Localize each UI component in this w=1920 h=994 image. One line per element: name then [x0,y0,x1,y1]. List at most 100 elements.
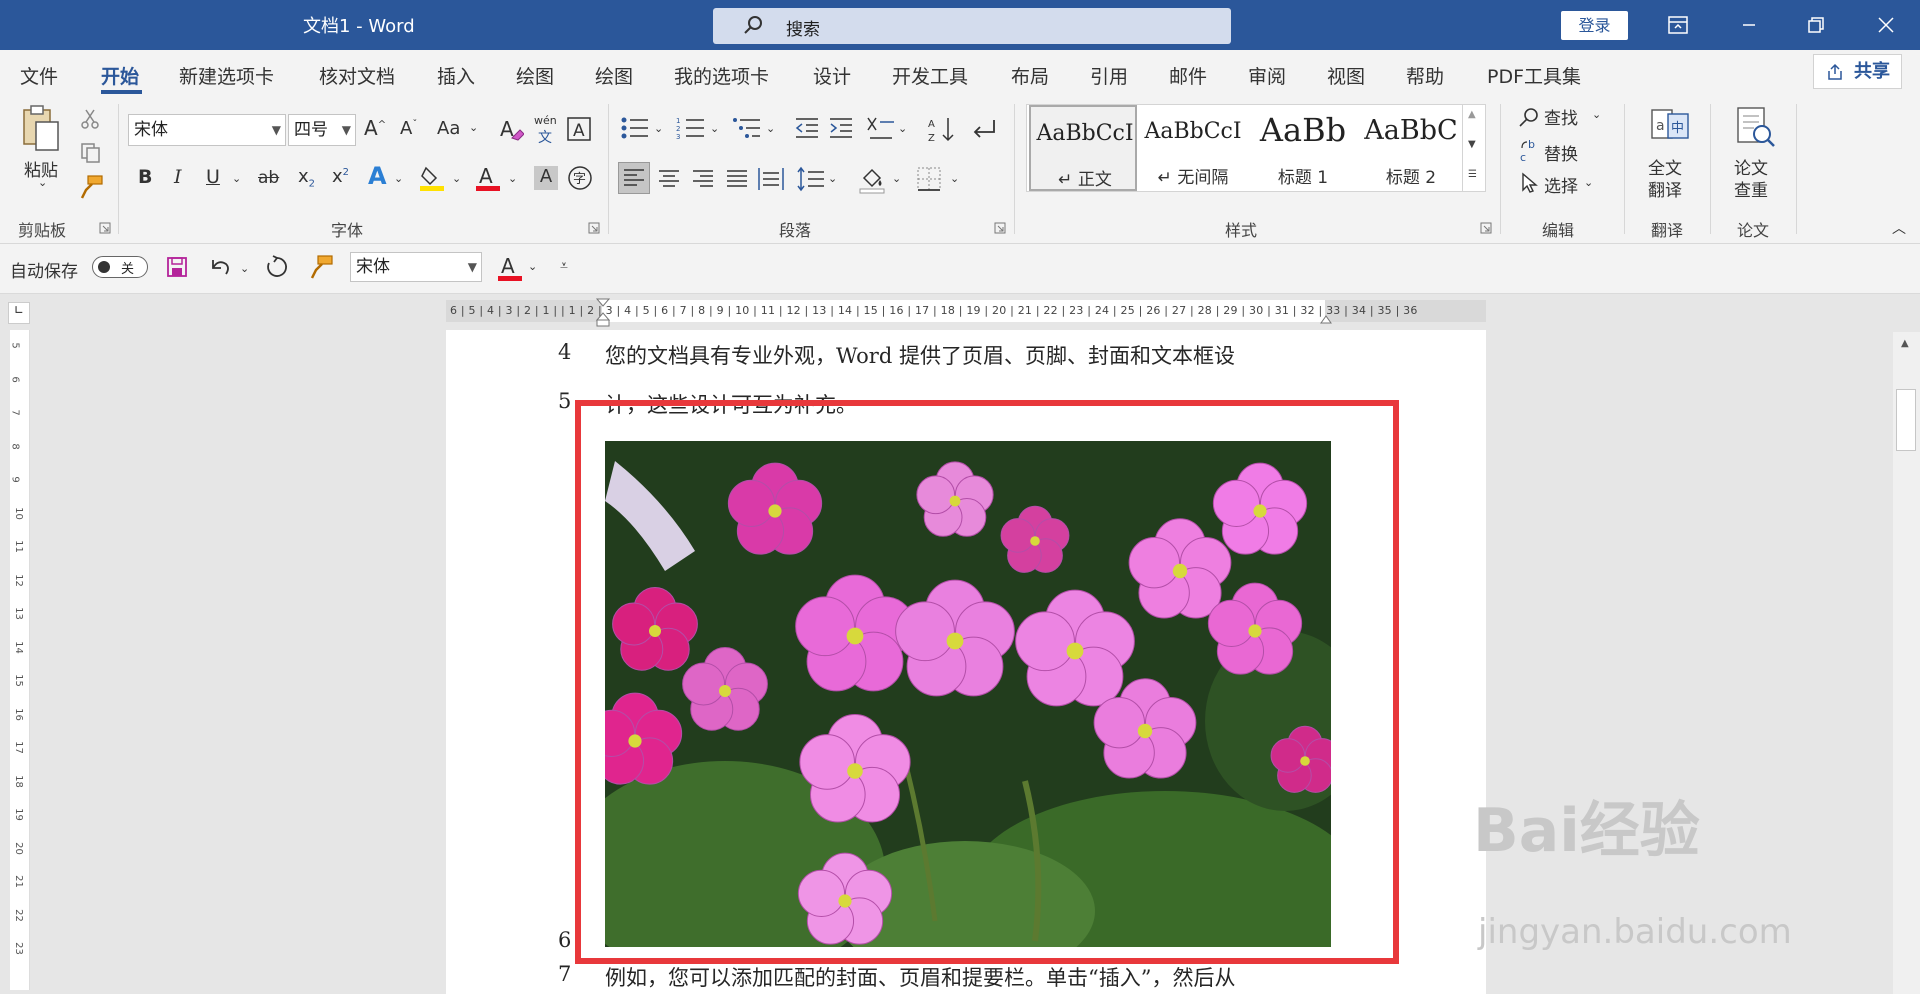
style-item[interactable]: AaBbCcI ↵ 无间隔 [1139,105,1247,191]
collapse-ribbon-icon[interactable]: ︿ [1892,218,1906,238]
tab-references[interactable]: 引用 [1090,62,1128,89]
chinese-layout-icon[interactable] [866,116,896,142]
paragraph-launcher-icon[interactable] [994,222,1006,234]
restore-icon[interactable] [1800,10,1832,40]
character-border-icon[interactable]: A [566,116,592,142]
decrease-indent-icon[interactable] [794,116,820,140]
line-spacing-icon[interactable] [796,164,826,194]
sort-icon[interactable]: AZ [928,116,956,144]
font-launcher-icon[interactable] [588,222,600,234]
minimize-icon[interactable] [1733,10,1765,40]
borders-icon[interactable] [914,164,944,194]
align-left-button[interactable] [618,162,650,194]
chevron-down-icon[interactable]: ⌄ [232,172,241,185]
tab-draw-1[interactable]: 绘图 [516,62,554,89]
phonetic-guide-button[interactable]: wén 文 [532,114,558,146]
tab-new[interactable]: 新建选项卡 [179,62,274,89]
autosave-toggle[interactable]: 关 [92,256,148,278]
chevron-down-icon[interactable]: ⌄ [240,262,249,275]
enclose-characters-icon[interactable]: 字 [566,164,594,192]
font-size-combo[interactable]: 四号 ▼ [288,114,356,146]
chevron-down-icon[interactable]: ⌄ [452,172,461,185]
chevron-down-icon[interactable]: ⌄ [710,122,719,135]
show-formatting-marks-icon[interactable] [970,116,998,144]
tab-mailings[interactable]: 邮件 [1169,62,1207,89]
login-button[interactable]: 登录 [1561,11,1628,40]
tab-home[interactable]: 开始 [101,62,139,89]
strikethrough-icon[interactable]: ab [258,168,279,188]
chevron-down-icon[interactable]: ▼ [1468,139,1476,150]
text-effects-icon[interactable]: A [368,162,387,190]
chevron-down-icon[interactable]: ⌄ [950,172,959,185]
align-right-icon[interactable] [688,164,718,194]
tab-proofread[interactable]: 核对文档 [319,62,395,89]
chevron-down-icon[interactable]: ⌄ [508,172,517,185]
ribbon-display-options-icon[interactable] [1662,10,1694,40]
customize-qat-icon[interactable]: ⩡ [560,258,568,274]
tab-draw-2[interactable]: 绘图 [595,62,633,89]
replace-button[interactable]: bc 替换 [1518,138,1598,165]
character-shading-icon[interactable]: A [534,166,558,190]
bold-icon[interactable]: B [138,166,152,188]
highlight-icon[interactable] [418,164,446,192]
save-icon[interactable] [166,256,188,278]
change-case-button[interactable]: Aa ⌄ [437,118,485,144]
chevron-down-icon[interactable]: ⌄ [898,122,907,135]
more-styles-icon[interactable]: ☰ [1468,169,1477,180]
scroll-thumb[interactable] [1896,389,1916,451]
paste-button[interactable]: 粘贴 ⌄ [18,104,74,200]
grow-font-icon[interactable]: A^ [364,116,386,140]
subscript-icon[interactable]: x2 [298,166,315,190]
format-painter-icon[interactable] [308,254,334,280]
multilevel-list-icon[interactable] [732,116,762,140]
font-name-combo[interactable]: 宋体 ▼ [128,114,286,146]
tab-layout[interactable]: 布局 [1011,62,1049,89]
paper-check-button[interactable]: 论文 查重 [1730,104,1780,201]
chevron-down-icon[interactable]: ⌄ [828,172,837,185]
document-line[interactable]: 例如，您可以添加匹配的封面、页眉和提要栏。单击“插入”，然后从 [605,962,1235,992]
tab-insert[interactable]: 插入 [437,62,475,89]
format-painter-icon[interactable] [78,174,104,200]
chevron-down-icon[interactable]: ⌄ [892,172,901,185]
right-indent-marker-icon[interactable] [1320,314,1332,324]
numbering-icon[interactable]: 123 [676,116,706,140]
font-color-icon[interactable]: A [474,164,502,192]
tab-help[interactable]: 帮助 [1406,62,1444,89]
tab-design[interactable]: 设计 [813,62,851,89]
tab-my-tab[interactable]: 我的选项卡 [674,62,769,89]
indent-marker-icon[interactable] [596,298,610,328]
chevron-down-icon[interactable]: ⌄ [528,260,537,273]
clear-formatting-icon[interactable]: A [498,116,524,142]
font-color-icon[interactable]: A [496,254,524,282]
clipboard-launcher-icon[interactable] [99,222,111,234]
tab-selector-icon[interactable]: ∟ [8,302,30,324]
shading-icon[interactable] [858,164,888,194]
find-button[interactable]: 查找 ⌄ [1518,104,1606,130]
superscript-icon[interactable]: x2 [332,166,349,187]
qat-font-combo[interactable]: 宋体 ▼ [350,252,482,282]
share-button[interactable]: 共享 [1813,54,1902,89]
style-item[interactable]: AaBb 标题 1 [1249,105,1357,191]
distributed-icon[interactable] [756,164,786,194]
tab-file[interactable]: 文件 [20,62,58,89]
tab-pdf-tools[interactable]: PDF工具集 [1487,62,1581,89]
shrink-font-icon[interactable]: Aˇ [400,118,417,139]
style-item[interactable]: AaBbC 标题 2 [1357,105,1465,191]
align-center-icon[interactable] [654,164,684,194]
bullets-icon[interactable] [620,116,650,140]
copy-icon[interactable] [80,142,102,164]
paste-dropdown-icon[interactable]: ⌄ [38,176,47,189]
underline-icon[interactable]: U [206,166,220,188]
chevron-down-icon[interactable]: ⌄ [766,122,775,135]
chevron-down-icon[interactable]: ⌄ [654,122,663,135]
justify-icon[interactable] [722,164,752,194]
cut-icon[interactable] [80,108,100,130]
increase-indent-icon[interactable] [828,116,854,140]
scroll-up-icon[interactable]: ▲ [1901,338,1909,349]
tab-developer[interactable]: 开发工具 [892,62,968,89]
vertical-scrollbar[interactable]: ▲ [1893,332,1920,994]
redo-icon[interactable] [264,254,290,280]
search-box[interactable]: 搜索 [713,8,1231,44]
chevron-up-icon[interactable]: ▲ [1468,109,1476,120]
select-button[interactable]: 选择 ⌄ [1518,170,1598,197]
